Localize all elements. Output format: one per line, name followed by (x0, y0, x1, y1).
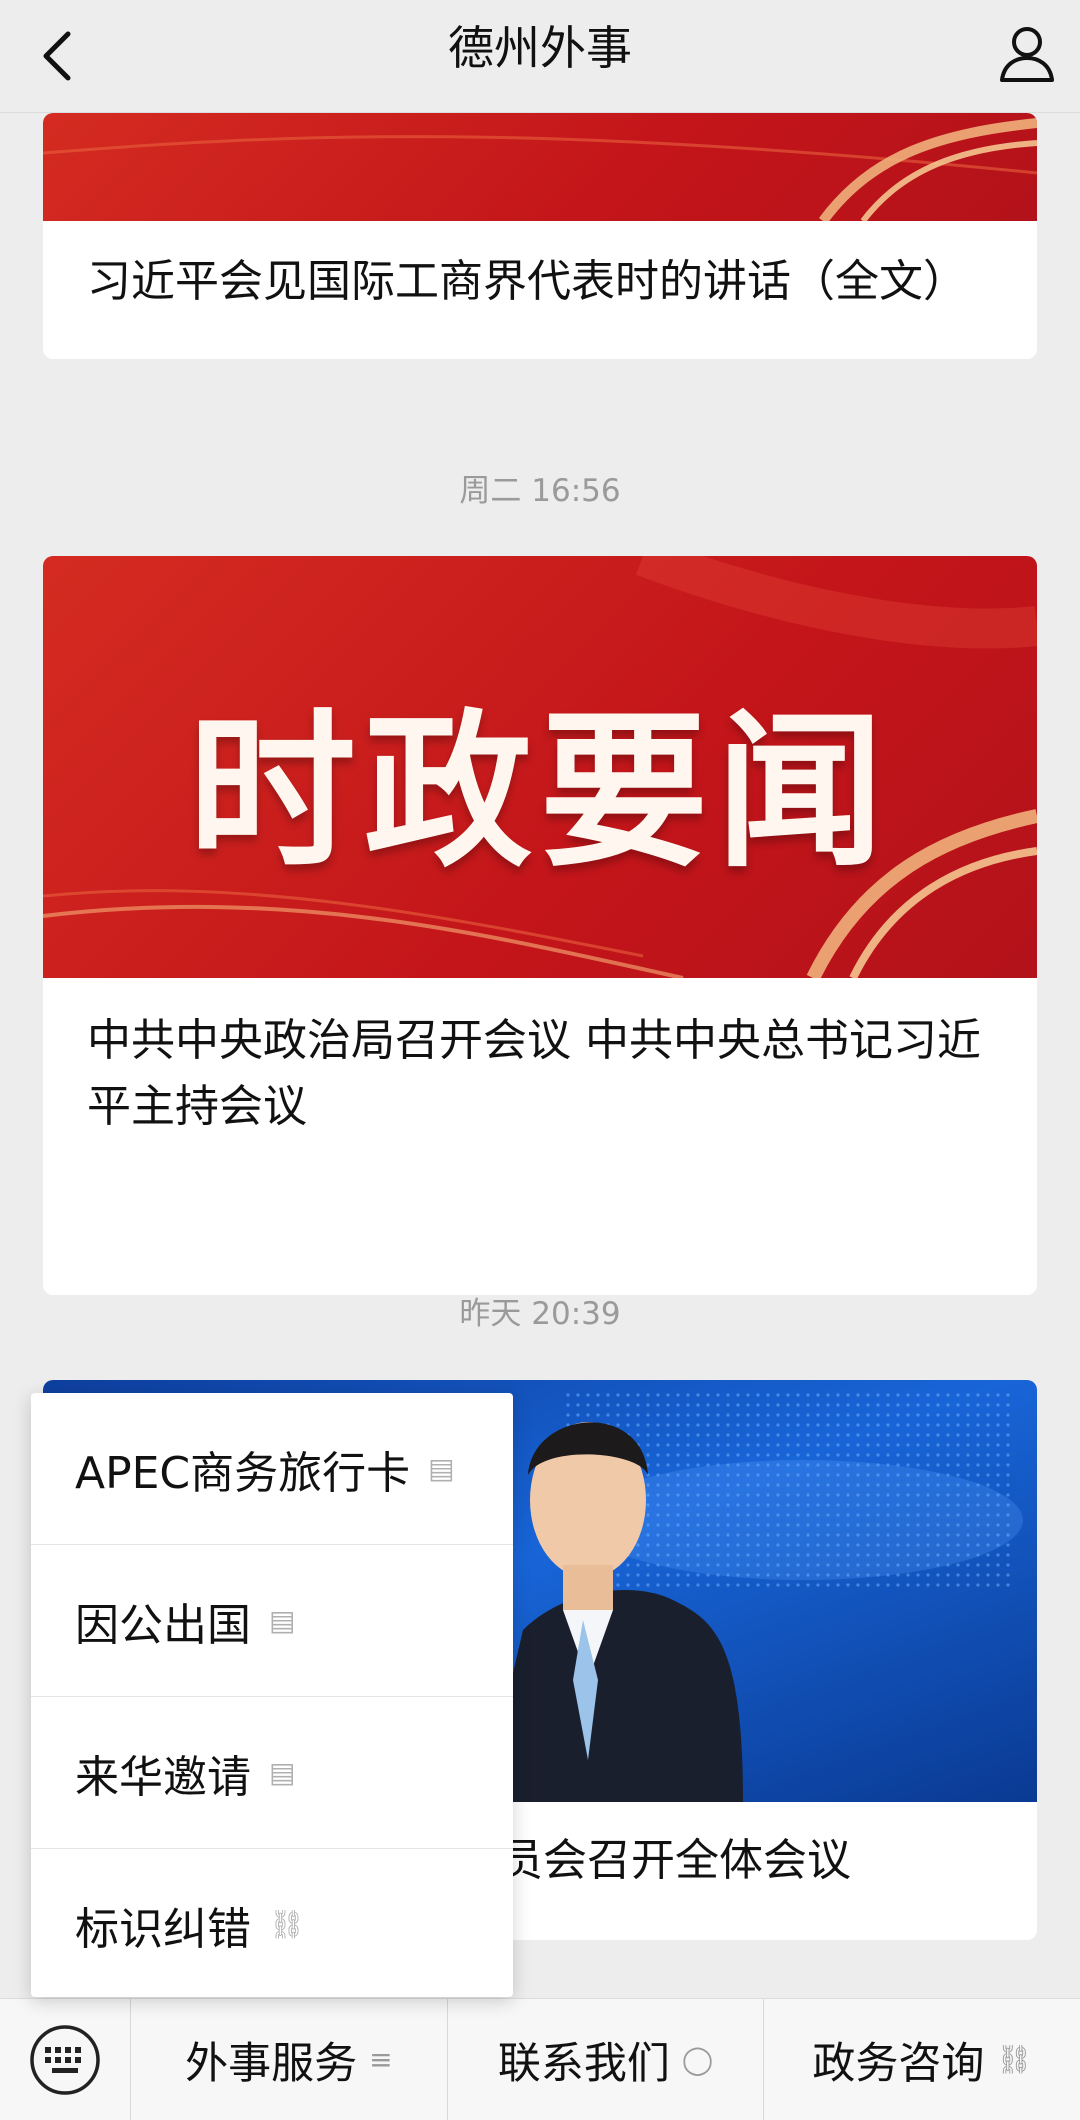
keyboard-toggle-button[interactable] (0, 1999, 131, 2120)
article-card[interactable]: 习近平会见国际工商界代表时的讲话（全文） (43, 113, 1037, 359)
link-icon: ⛓ (996, 2043, 1032, 2076)
menu-item-sign-correction[interactable]: 标识纠错 ⛓ (31, 1849, 513, 2000)
menu-item-label: 因公出国 (75, 1599, 251, 1651)
menu-item-invitation[interactable]: 来华邀请 ▤ (31, 1697, 513, 1849)
banner-title: 时政要闻 (188, 694, 892, 890)
article-card[interactable]: 时政要闻 中共中央政治局召开会议 中共中央总书记习近平主持会议 (43, 556, 1037, 1295)
chat-icon: ◯ (681, 2043, 714, 2076)
keyboard-icon (30, 2024, 100, 2095)
tab-government-consultation[interactable]: 政务咨询 ⛓ (764, 1999, 1080, 2120)
tab-label: 政务咨询 (812, 2038, 985, 2089)
link-icon: ⛓ (269, 1908, 305, 1941)
menu-item-apec-card[interactable]: APEC商务旅行卡 ▤ (31, 1393, 513, 1545)
menu-item-official-travel[interactable]: 因公出国 ▤ (31, 1545, 513, 1697)
page-title: 德州外事 (448, 21, 632, 75)
timestamp: 周二 16:56 (459, 473, 621, 509)
article-headline: 中共中央政治局召开会议 中共中央总书记习近平主持会议 (87, 1015, 981, 1132)
article-banner-image (43, 113, 1037, 221)
tab-foreign-affairs-services[interactable]: 外事服务 ≡ (131, 1999, 448, 2120)
menu-item-label: 标识纠错 (75, 1903, 251, 1955)
submenu-popup: APEC商务旅行卡 ▤ 因公出国 ▤ 来华邀请 ▤ 标识纠错 ⛓ (31, 1393, 513, 1997)
tab-label: 外事服务 (185, 2038, 358, 2089)
user-profile-icon[interactable] (992, 18, 1062, 88)
menu-item-label: 来华邀请 (75, 1751, 251, 1803)
tab-contact-us[interactable]: 联系我们 ◯ (448, 1999, 765, 2120)
bottom-menu-bar: 外事服务 ≡ 联系我们 ◯ 政务咨询 ⛓ (0, 1998, 1080, 2120)
doc-icon: ▤ (269, 1604, 296, 1637)
article-banner-image: 时政要闻 (43, 556, 1037, 978)
tab-label: 联系我们 (497, 2038, 670, 2089)
doc-icon: ▤ (428, 1452, 455, 1485)
menu-item-label: APEC商务旅行卡 (75, 1447, 411, 1499)
doc-icon: ▤ (269, 1756, 296, 1789)
nav-bar: 德州外事 (0, 0, 1080, 113)
menu-icon: ≡ (369, 2043, 393, 2076)
article-headline: 习近平会见国际工商界代表时的讲话（全文） (87, 256, 967, 307)
timestamp: 昨天 20:39 (459, 1296, 621, 1332)
